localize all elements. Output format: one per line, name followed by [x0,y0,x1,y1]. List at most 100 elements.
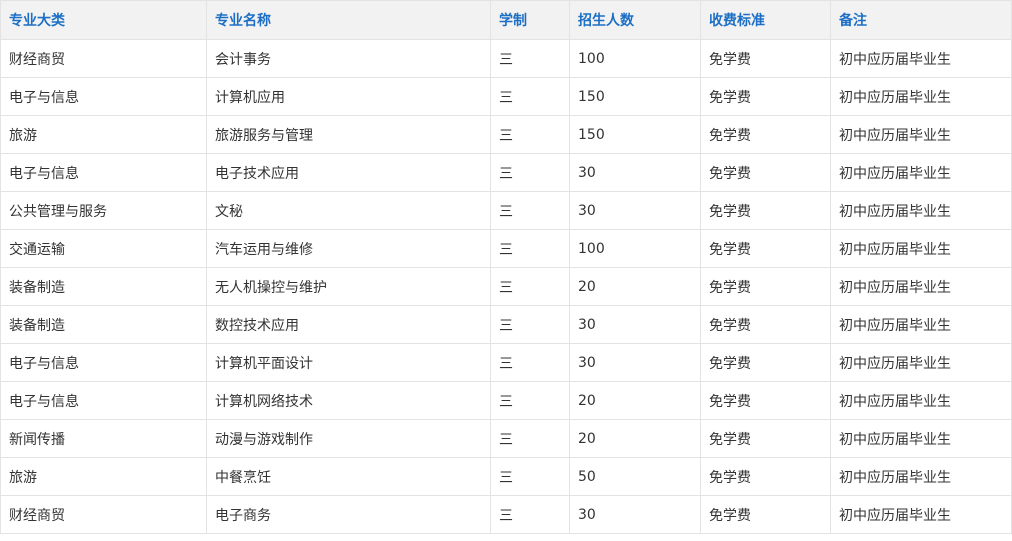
cell-duration: 三 [490,419,570,458]
cell-remarks: 初中应历届毕业生 [830,457,1012,496]
cell-major-name: 中餐烹饪 [206,457,491,496]
cell-remarks: 初中应历届毕业生 [830,77,1012,116]
cell-duration: 三 [490,39,570,78]
cell-enrollment-count: 150 [569,77,701,116]
cell-duration: 三 [490,495,570,534]
cell-category: 电子与信息 [0,343,207,382]
cell-category: 财经商贸 [0,495,207,534]
cell-duration: 三 [490,153,570,192]
table-header: 专业大类 专业名称 学制 招生人数 收费标准 备注 [0,0,1012,40]
cell-remarks: 初中应历届毕业生 [830,39,1012,78]
header-major-name: 专业名称 [206,0,491,40]
cell-duration: 三 [490,115,570,154]
cell-enrollment-count: 30 [569,191,701,230]
header-row: 专业大类 专业名称 学制 招生人数 收费标准 备注 [0,0,1012,40]
cell-remarks: 初中应历届毕业生 [830,229,1012,268]
table-body: 财经商贸 会计事务 三 100 免学费 初中应历届毕业生 电子与信息 计算机应用… [0,39,1012,534]
table-row: 旅游 中餐烹饪 三 50 免学费 初中应历届毕业生 [0,457,1012,496]
cell-enrollment-count: 20 [569,419,701,458]
header-remarks: 备注 [830,0,1012,40]
cell-category: 财经商贸 [0,39,207,78]
cell-category: 装备制造 [0,305,207,344]
cell-fee-standard: 免学费 [700,191,831,230]
cell-category: 旅游 [0,457,207,496]
cell-enrollment-count: 20 [569,267,701,306]
cell-fee-standard: 免学费 [700,267,831,306]
header-duration: 学制 [490,0,570,40]
cell-category: 电子与信息 [0,153,207,192]
cell-major-name: 计算机网络技术 [206,381,491,420]
cell-major-name: 电子技术应用 [206,153,491,192]
table-row: 旅游 旅游服务与管理 三 150 免学费 初中应历届毕业生 [0,115,1012,154]
cell-remarks: 初中应历届毕业生 [830,495,1012,534]
table-row: 装备制造 数控技术应用 三 30 免学费 初中应历届毕业生 [0,305,1012,344]
cell-major-name: 会计事务 [206,39,491,78]
cell-category: 电子与信息 [0,381,207,420]
cell-remarks: 初中应历届毕业生 [830,267,1012,306]
cell-enrollment-count: 30 [569,305,701,344]
cell-category: 旅游 [0,115,207,154]
cell-enrollment-count: 30 [569,153,701,192]
cell-duration: 三 [490,305,570,344]
table-row: 新闻传播 动漫与游戏制作 三 20 免学费 初中应历届毕业生 [0,419,1012,458]
cell-remarks: 初中应历届毕业生 [830,153,1012,192]
cell-category: 公共管理与服务 [0,191,207,230]
cell-major-name: 动漫与游戏制作 [206,419,491,458]
cell-major-name: 旅游服务与管理 [206,115,491,154]
cell-duration: 三 [490,381,570,420]
table-row: 装备制造 无人机操控与维护 三 20 免学费 初中应历届毕业生 [0,267,1012,306]
cell-duration: 三 [490,343,570,382]
cell-major-name: 汽车运用与维修 [206,229,491,268]
cell-remarks: 初中应历届毕业生 [830,191,1012,230]
header-category: 专业大类 [0,0,207,40]
cell-enrollment-count: 50 [569,457,701,496]
cell-category: 电子与信息 [0,77,207,116]
cell-fee-standard: 免学费 [700,419,831,458]
header-enrollment-count: 招生人数 [569,0,701,40]
cell-major-name: 计算机平面设计 [206,343,491,382]
cell-duration: 三 [490,267,570,306]
cell-duration: 三 [490,191,570,230]
cell-fee-standard: 免学费 [700,495,831,534]
table-row: 电子与信息 电子技术应用 三 30 免学费 初中应历届毕业生 [0,153,1012,192]
cell-enrollment-count: 150 [569,115,701,154]
cell-remarks: 初中应历届毕业生 [830,343,1012,382]
cell-enrollment-count: 30 [569,343,701,382]
header-fee-standard: 收费标准 [700,0,831,40]
cell-fee-standard: 免学费 [700,381,831,420]
cell-remarks: 初中应历届毕业生 [830,115,1012,154]
cell-enrollment-count: 30 [569,495,701,534]
cell-category: 装备制造 [0,267,207,306]
cell-major-name: 无人机操控与维护 [206,267,491,306]
cell-major-name: 数控技术应用 [206,305,491,344]
cell-fee-standard: 免学费 [700,457,831,496]
cell-duration: 三 [490,77,570,116]
cell-fee-standard: 免学费 [700,229,831,268]
cell-fee-standard: 免学费 [700,153,831,192]
cell-duration: 三 [490,457,570,496]
cell-enrollment-count: 20 [569,381,701,420]
table-row: 财经商贸 会计事务 三 100 免学费 初中应历届毕业生 [0,39,1012,78]
cell-enrollment-count: 100 [569,229,701,268]
table-row: 电子与信息 计算机网络技术 三 20 免学费 初中应历届毕业生 [0,381,1012,420]
cell-remarks: 初中应历届毕业生 [830,381,1012,420]
cell-fee-standard: 免学费 [700,115,831,154]
cell-enrollment-count: 100 [569,39,701,78]
table-row: 电子与信息 计算机应用 三 150 免学费 初中应历届毕业生 [0,77,1012,116]
cell-fee-standard: 免学费 [700,343,831,382]
cell-fee-standard: 免学费 [700,77,831,116]
cell-category: 新闻传播 [0,419,207,458]
cell-major-name: 电子商务 [206,495,491,534]
table-row: 电子与信息 计算机平面设计 三 30 免学费 初中应历届毕业生 [0,343,1012,382]
cell-duration: 三 [490,229,570,268]
cell-fee-standard: 免学费 [700,305,831,344]
cell-remarks: 初中应历届毕业生 [830,305,1012,344]
cell-major-name: 文秘 [206,191,491,230]
table-row: 财经商贸 电子商务 三 30 免学费 初中应历届毕业生 [0,495,1012,534]
enrollment-table: 专业大类 专业名称 学制 招生人数 收费标准 备注 财经商贸 会计事务 三 10… [0,0,1012,534]
table-row: 交通运输 汽车运用与维修 三 100 免学费 初中应历届毕业生 [0,229,1012,268]
cell-major-name: 计算机应用 [206,77,491,116]
table-row: 公共管理与服务 文秘 三 30 免学费 初中应历届毕业生 [0,191,1012,230]
cell-category: 交通运输 [0,229,207,268]
cell-fee-standard: 免学费 [700,39,831,78]
